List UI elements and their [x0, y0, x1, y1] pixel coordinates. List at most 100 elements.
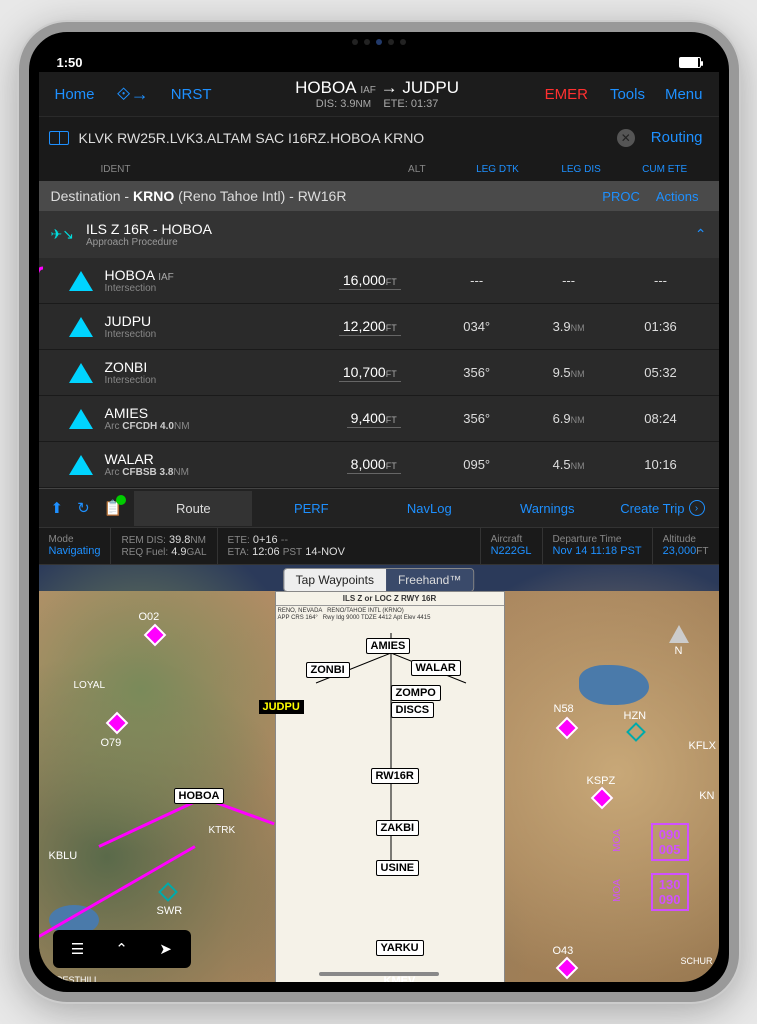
procedure-header[interactable]: ✈︎↘ ILS Z 16R - HOBOA Approach Procedure…: [39, 211, 719, 258]
label-o02: O02: [139, 611, 160, 623]
actions-button[interactable]: Actions: [648, 189, 707, 204]
routing-button[interactable]: Routing: [645, 125, 709, 150]
vor-marker[interactable]: [629, 725, 643, 739]
north-arrow-icon: N: [669, 625, 689, 657]
airport-marker[interactable]: [559, 960, 575, 976]
status-time: 1:50: [57, 55, 83, 70]
label-o43: O43: [553, 945, 574, 957]
vor-marker[interactable]: [161, 885, 175, 899]
airport-marker[interactable]: [594, 790, 610, 806]
map-view[interactable]: Tap Waypoints Freehand™ ILS Z or LOC Z R…: [39, 565, 719, 982]
airport-marker[interactable]: [147, 627, 163, 643]
tools-button[interactable]: Tools: [604, 82, 651, 107]
fix-walar: WALAR: [411, 660, 461, 676]
clear-route-icon[interactable]: ✕: [617, 129, 635, 147]
fix-judpu-active[interactable]: JUDPU: [259, 700, 304, 714]
col-leg-dis[interactable]: LEG DIS: [539, 164, 623, 175]
layers-icon[interactable]: ☰: [57, 934, 99, 964]
wp-type: Intersection: [105, 283, 289, 294]
col-ident: IDENT: [51, 164, 324, 175]
share-icon[interactable]: ⬆︎: [51, 499, 64, 517]
wp-altitude[interactable]: 8,000FT: [288, 456, 430, 474]
wp-type: Arc CFCDH 4.0NM: [105, 421, 289, 432]
dest-ident: KRNO: [133, 188, 174, 204]
fix-zompo: ZOMPO: [391, 685, 441, 701]
center-icon[interactable]: ⌃: [101, 934, 143, 964]
altitude-cell[interactable]: Altitude 23,000FT: [653, 528, 719, 564]
tab-navlog[interactable]: NavLog: [370, 491, 488, 526]
wp-type: Intersection: [105, 329, 289, 340]
airport-marker[interactable]: [109, 715, 125, 731]
route-string-bar: KLVK RW25R.LVK3.ALTAM SAC I16RZ.HOBOA KR…: [39, 116, 719, 158]
wp-ete: 10:16: [615, 457, 707, 472]
location-arrow-icon[interactable]: ➤: [145, 934, 187, 964]
wp-altitude[interactable]: 9,400FT: [288, 410, 430, 428]
wp-dis: ---: [523, 273, 615, 288]
home-button[interactable]: Home: [49, 82, 101, 107]
wp-dis: 6.9NM: [523, 411, 615, 426]
wp-ete: ---: [615, 273, 707, 288]
book-icon[interactable]: [49, 131, 69, 145]
waypoint-row[interactable]: HOBOA IAF Intersection 16,000FT --- --- …: [39, 258, 719, 304]
waypoint-icon: [69, 363, 93, 383]
wp-altitude[interactable]: 16,000FT: [288, 272, 430, 290]
col-leg-dtk[interactable]: LEG DTK: [456, 164, 540, 175]
mode-cell[interactable]: Mode Navigating: [39, 528, 112, 564]
active-leg-header[interactable]: HOBOA IAF → JUDPU DIS: 3.9NM ETE: 01:37: [226, 78, 529, 110]
home-indicator[interactable]: [319, 972, 439, 976]
col-cum-ete[interactable]: CUM ETE: [623, 164, 707, 175]
fix-hoboa[interactable]: HOBOA: [174, 788, 225, 804]
departure-cell[interactable]: Departure Time Nov 14 11:18 PST: [543, 528, 653, 564]
leg-to: JUDPU: [402, 78, 459, 97]
leg-from-suffix: IAF: [360, 85, 376, 96]
map-edit-toggle[interactable]: Tap Waypoints Freehand™: [283, 568, 475, 592]
proc-button[interactable]: PROC: [594, 189, 648, 204]
wp-altitude[interactable]: 10,700FT: [288, 364, 430, 382]
direct-to-icon[interactable]: ⟐→: [109, 84, 157, 105]
fix-rw16r: RW16R: [371, 768, 419, 784]
tap-waypoints-toggle[interactable]: Tap Waypoints: [284, 569, 386, 591]
menu-button[interactable]: Menu: [659, 82, 709, 107]
aircraft-cell[interactable]: Aircraft N222GL: [481, 528, 543, 564]
map-controls: ☰ ⌃ ➤: [53, 930, 191, 968]
waypoint-row[interactable]: AMIES Arc CFCDH 4.0NM 9,400FT 356° 6.9NM…: [39, 396, 719, 442]
wp-type: Arc CFBSB 3.8NM: [105, 467, 289, 478]
wp-dtk: 034°: [431, 319, 523, 334]
create-trip-button[interactable]: Create Trip›: [606, 490, 718, 526]
info-strip: Mode Navigating REM DIS: 39.8NM REQ Fuel…: [39, 528, 719, 565]
clipboard-check-icon[interactable]: 📋: [104, 499, 123, 517]
wp-dtk: ---: [431, 273, 523, 288]
sync-icon[interactable]: ↻: [77, 499, 90, 517]
airport-marker[interactable]: [559, 720, 575, 736]
tab-perf[interactable]: PERF: [252, 491, 370, 526]
fix-amies: AMIES: [366, 638, 411, 654]
waypoint-row[interactable]: ZONBI Intersection 10,700FT 356° 9.5NM 0…: [39, 350, 719, 396]
moa-label: MOA: [612, 879, 623, 902]
waypoint-row[interactable]: JUDPU Intersection 12,200FT 034° 3.9NM 0…: [39, 304, 719, 350]
fix-kmev[interactable]: KMEV: [384, 975, 416, 982]
label-kblu: KBLU: [49, 850, 78, 862]
freehand-toggle[interactable]: Freehand™: [386, 569, 473, 591]
chevron-down-icon[interactable]: ⌃: [695, 226, 707, 243]
emer-button[interactable]: EMER: [537, 82, 596, 107]
label-n58: N58: [554, 703, 574, 715]
label-kn: KN: [699, 790, 714, 802]
nrst-button[interactable]: NRST: [165, 82, 218, 107]
leg-from: HOBOA: [295, 78, 355, 97]
moa-box: 130090: [651, 873, 689, 911]
route-string[interactable]: KLVK RW25R.LVK3.ALTAM SAC I16RZ.HOBOA KR…: [79, 130, 607, 146]
label-schur: SCHUR: [680, 956, 712, 966]
wp-dtk: 095°: [431, 457, 523, 472]
ete-eta-cell[interactable]: ETE: 0+16 -- ETA: 12:06 PST 14-NOV: [218, 528, 481, 564]
wp-ident: WALAR: [105, 451, 289, 467]
tab-route[interactable]: Route: [134, 491, 252, 526]
top-nav-bar: Home ⟐→ NRST HOBOA IAF → JUDPU DIS: 3.9N…: [39, 72, 719, 116]
waypoint-icon: [69, 317, 93, 337]
tab-warnings[interactable]: Warnings: [488, 491, 606, 526]
approach-chart-inset[interactable]: ILS Z or LOC Z RWY 16R RENO, NEVADA RENO…: [275, 591, 505, 982]
destination-row[interactable]: Destination - KRNO (Reno Tahoe Intl) - R…: [39, 181, 719, 211]
waypoint-row[interactable]: WALAR Arc CFBSB 3.8NM 8,000FT 095° 4.5NM…: [39, 442, 719, 488]
fuel-cell[interactable]: REM DIS: 39.8NM REQ Fuel: 4.9GAL: [111, 528, 217, 564]
fix-usine: USINE: [376, 860, 420, 876]
wp-altitude[interactable]: 12,200FT: [288, 318, 430, 336]
